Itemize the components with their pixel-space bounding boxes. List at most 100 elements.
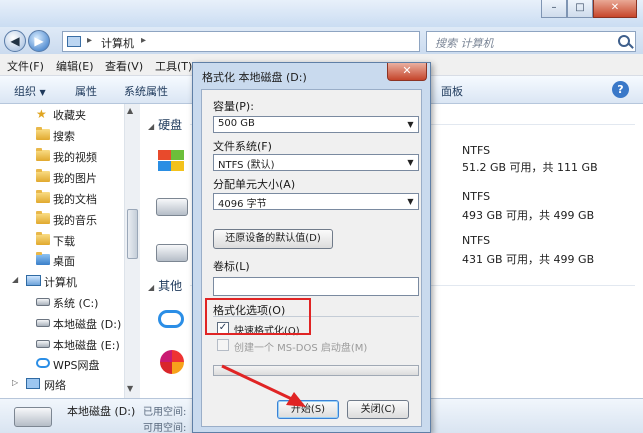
close-button[interactable]: 关闭(C) xyxy=(347,400,409,419)
chevron-right-icon[interactable]: ▷ xyxy=(12,378,18,387)
nav-item-documents[interactable]: 我的文档 xyxy=(0,188,125,208)
drive-free-space: 51.2 GB 可用，共 111 GB xyxy=(462,161,598,174)
scroll-up-icon[interactable]: ▲ xyxy=(127,106,133,115)
nav-item-wps[interactable]: WPS网盘 xyxy=(0,354,125,374)
format-progress-bar xyxy=(213,365,419,376)
nav-label: 计算机 xyxy=(44,276,77,289)
capacity-select[interactable]: 500 GB ▼ xyxy=(213,116,419,133)
filesystem-value: NTFS (默认) xyxy=(218,160,275,171)
nav-label: 网络 xyxy=(44,379,66,392)
close-window-button[interactable]: ✕ xyxy=(593,0,637,18)
msdos-boot-checkbox xyxy=(217,339,229,351)
menu-view[interactable]: 查看(V) xyxy=(105,58,143,74)
search-input[interactable]: 搜索 计算机 xyxy=(426,31,636,52)
address-row: ◀ ▶ ▸ 计算机 ▸ ▼ ↻ 搜索 计算机 xyxy=(0,27,643,54)
minimize-button[interactable]: – xyxy=(541,0,567,18)
dialog-body: 容量(P): 500 GB ▼ 文件系统(F) NTFS (默认) ▼ 分配单元… xyxy=(201,89,422,427)
drive-icon[interactable] xyxy=(156,244,188,262)
nav-item-local-d[interactable]: 本地磁盘 (D:) xyxy=(0,313,125,333)
system-properties-button[interactable]: 系统属性 xyxy=(124,83,168,99)
drive-icon[interactable] xyxy=(156,198,188,216)
properties-button[interactable]: 属性 xyxy=(75,83,97,99)
nav-item-network[interactable]: ▷ 网络 xyxy=(0,374,125,394)
nav-item-favorites[interactable]: ★ 收藏夹 xyxy=(0,104,125,124)
allocation-select[interactable]: 4096 字节 ▼ xyxy=(213,193,419,210)
drive-icon xyxy=(36,319,50,327)
folder-icon xyxy=(36,190,50,203)
nav-label: 我的图片 xyxy=(53,172,97,185)
nav-label: 本地磁盘 (D:) xyxy=(53,318,122,331)
nav-scrollbar[interactable]: ▲ ▼ xyxy=(124,104,140,398)
drive-icon xyxy=(36,340,50,348)
control-panel-button[interactable]: 面板 xyxy=(441,83,463,99)
windows-logo-icon xyxy=(154,150,184,172)
cloud-icon[interactable] xyxy=(158,310,184,328)
forward-button[interactable]: ▶ xyxy=(28,30,50,52)
group-header-hard-disks[interactable]: ◢ 硬盘 xyxy=(148,116,182,133)
chevron-down-icon[interactable]: ▼ xyxy=(403,155,418,170)
drive-icon xyxy=(36,298,50,306)
chevron-down-icon: ◢ xyxy=(148,283,155,292)
address-bar[interactable]: ▸ 计算机 ▸ ▼ ↻ xyxy=(62,31,477,52)
filesystem-label: 文件系统(F) xyxy=(213,140,272,153)
filesystem-select[interactable]: NTFS (默认) ▼ xyxy=(213,154,419,171)
volume-label-label: 卷标(L) xyxy=(213,260,250,273)
nav-item-downloads[interactable]: 下载 xyxy=(0,230,125,250)
format-dialog: 格式化 本地磁盘 (D:) ✕ 容量(P): 500 GB ▼ 文件系统(F) … xyxy=(192,62,431,433)
drive-free-space: 431 GB 可用，共 499 GB xyxy=(462,253,595,266)
search-icon[interactable] xyxy=(618,35,630,47)
dialog-title: 格式化 本地磁盘 (D:) xyxy=(202,71,307,84)
capacity-label: 容量(P): xyxy=(213,100,254,113)
chevron-down-icon[interactable]: ▼ xyxy=(403,117,418,132)
capacity-value: 500 GB xyxy=(218,118,255,129)
drive-free-space: 493 GB 可用，共 499 GB xyxy=(462,209,595,222)
nav-item-local-e[interactable]: 本地磁盘 (E:) xyxy=(0,334,125,354)
nav-label: 我的音乐 xyxy=(53,214,97,227)
organize-button[interactable]: 组织 ▼ xyxy=(14,83,46,99)
chevron-down-icon: ◢ xyxy=(148,122,155,131)
scrollbar-thumb[interactable] xyxy=(127,209,138,259)
back-button[interactable]: ◀ xyxy=(4,30,26,52)
details-used-label: 已用空间: xyxy=(143,407,187,418)
network-icon xyxy=(26,378,40,389)
scroll-down-icon[interactable]: ▼ xyxy=(127,384,133,393)
dialog-close-button[interactable]: ✕ xyxy=(387,63,427,81)
explorer-titlebar[interactable]: – □ ✕ xyxy=(0,0,643,28)
breadcrumb-computer[interactable]: 计算机 xyxy=(101,35,134,51)
group-label: 硬盘 xyxy=(158,118,183,132)
app-icon[interactable] xyxy=(160,350,184,374)
nav-item-music[interactable]: 我的音乐 xyxy=(0,209,125,229)
nav-item-videos[interactable]: 我的视频 xyxy=(0,146,125,166)
nav-label: WPS网盘 xyxy=(53,359,100,372)
nav-label: 桌面 xyxy=(53,255,75,268)
chevron-down-icon[interactable]: ▼ xyxy=(403,194,418,209)
group-header-other[interactable]: ◢ 其他 xyxy=(148,277,182,294)
volume-label-input[interactable] xyxy=(213,277,419,296)
nav-label: 我的文档 xyxy=(53,193,97,206)
nav-item-pictures[interactable]: 我的图片 xyxy=(0,167,125,187)
folder-icon xyxy=(36,232,50,245)
nav-item-computer[interactable]: ◢ 计算机 xyxy=(0,271,125,291)
cloud-icon xyxy=(36,358,50,368)
chevron-right-icon[interactable]: ▸ xyxy=(141,35,146,46)
menu-tools[interactable]: 工具(T) xyxy=(155,58,192,74)
details-drive-name: 本地磁盘 (D:) xyxy=(67,405,136,418)
help-icon[interactable]: ? xyxy=(612,81,629,98)
chevron-down-icon[interactable]: ◢ xyxy=(12,275,18,284)
drive-filesystem: NTFS xyxy=(462,190,491,203)
chevron-right-icon: ▸ xyxy=(87,35,93,46)
start-button[interactable]: 开始(S) xyxy=(277,400,339,419)
group-label: 其他 xyxy=(158,279,183,293)
nav-label: 本地磁盘 (E:) xyxy=(53,339,120,352)
menu-edit[interactable]: 编辑(E) xyxy=(56,58,94,74)
nav-item-desktop[interactable]: 桌面 xyxy=(0,250,125,270)
nav-item-system-c[interactable]: 系统 (C:) xyxy=(0,292,125,312)
drive-filesystem: NTFS xyxy=(462,234,491,247)
allocation-label: 分配单元大小(A) xyxy=(213,178,296,191)
folder-icon xyxy=(36,127,50,140)
maximize-button[interactable]: □ xyxy=(567,0,593,18)
menu-file[interactable]: 文件(F) xyxy=(7,58,44,74)
restore-defaults-button[interactable]: 还原设备的默认值(D) xyxy=(213,229,333,249)
nav-item-search[interactable]: 搜索 xyxy=(0,125,125,145)
nav-label: 收藏夹 xyxy=(53,109,86,122)
